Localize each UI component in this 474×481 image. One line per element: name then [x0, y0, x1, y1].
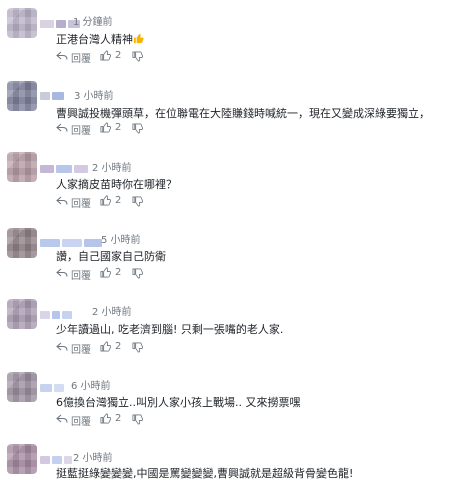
reply-icon[interactable]	[56, 196, 68, 206]
timestamp: 5 小時前	[101, 235, 141, 246]
avatar[interactable]	[7, 8, 37, 38]
thumbs-up-icon[interactable]	[100, 122, 111, 133]
reply-button[interactable]: 回覆	[71, 413, 91, 428]
reply-button[interactable]: 回覆	[71, 341, 91, 356]
upvote-count: 2	[115, 341, 122, 352]
thumbs-down-icon[interactable]	[132, 342, 143, 353]
comment-text: 人家摘皮苗時你在哪裡？	[56, 178, 177, 191]
thumbs-up-icon[interactable]	[100, 195, 111, 206]
comment-text: 少年讀過山, 吃老濟到腦! 只剩一張嘴的老人家.	[56, 323, 284, 336]
avatar[interactable]	[7, 228, 37, 258]
reply-button[interactable]: 回覆	[71, 267, 91, 282]
thumbs-down-icon[interactable]	[132, 414, 143, 425]
username-redacted[interactable]	[40, 232, 104, 247]
comment-text: 曹興誠投機彈頭草，在位聯電在大陸賺錢時喊統一，現在又變成深綠要獨立，	[56, 107, 430, 120]
thumbs-up-icon[interactable]	[100, 413, 111, 424]
timestamp: 2 小時前	[92, 307, 132, 318]
upvote-count: 2	[115, 195, 122, 206]
upvote-count: 2	[115, 413, 122, 424]
username-redacted[interactable]	[40, 449, 74, 464]
reply-button[interactable]: 回覆	[71, 122, 91, 137]
timestamp: 2 小時前	[73, 453, 113, 464]
reply-icon[interactable]	[56, 51, 68, 61]
comment-text-content: 正港台灣人精神	[56, 33, 133, 46]
username-redacted[interactable]	[40, 377, 66, 392]
thumbs-down-icon[interactable]	[132, 51, 143, 62]
reply-button[interactable]: 回覆	[71, 50, 91, 65]
timestamp: 3 小時前	[74, 91, 114, 102]
reply-icon[interactable]	[56, 123, 68, 133]
thumbs-up-icon[interactable]	[100, 341, 111, 352]
username-redacted[interactable]	[40, 304, 74, 319]
avatar[interactable]	[7, 372, 37, 402]
upvote-count: 2	[115, 122, 122, 133]
timestamp: 6 小時前	[71, 381, 111, 392]
thumbs-down-icon[interactable]	[132, 196, 143, 207]
username-redacted[interactable]	[40, 158, 90, 173]
reply-icon[interactable]	[56, 342, 68, 352]
comment-text: 6億換台灣獨立..叫別人家小孩上戰場.. 又來撈票嘿	[56, 396, 301, 409]
thumbs-down-icon[interactable]	[132, 123, 143, 134]
reply-icon[interactable]	[56, 268, 68, 278]
reply-button[interactable]: 回覆	[71, 195, 91, 210]
thumbs-down-icon[interactable]	[132, 268, 143, 279]
upvote-count: 2	[115, 50, 122, 61]
username-redacted[interactable]	[40, 85, 66, 100]
thumbs-up-icon[interactable]	[100, 267, 111, 278]
thumbs-up-icon[interactable]	[100, 50, 111, 61]
comment-text: 讚，自己國家自己防衛	[56, 250, 166, 263]
avatar[interactable]	[7, 299, 37, 329]
avatar[interactable]	[7, 444, 37, 474]
avatar[interactable]	[7, 81, 37, 111]
reply-icon[interactable]	[56, 414, 68, 424]
comment-text: 正港台灣人精神	[56, 31, 144, 47]
upvote-count: 2	[115, 267, 122, 278]
timestamp: 2 小時前	[92, 163, 132, 174]
avatar[interactable]	[7, 152, 37, 182]
timestamp: 1 分鐘前	[73, 17, 113, 28]
thumbs-up-icon	[133, 33, 144, 44]
